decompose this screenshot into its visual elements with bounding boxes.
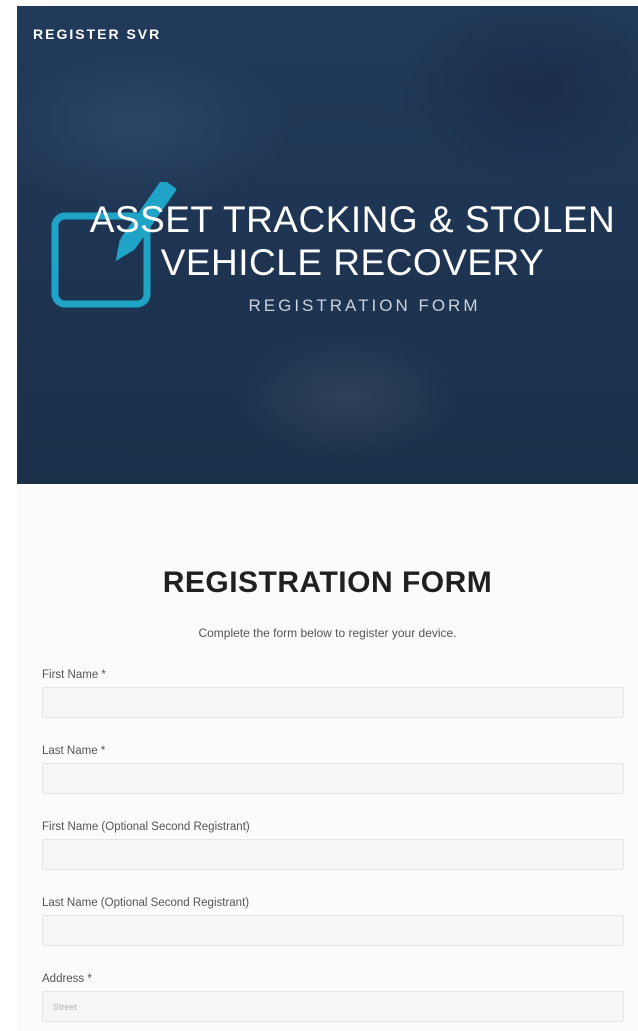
second-last-name-label: Last Name (Optional Second Registrant) [42,897,250,909]
hero-banner: REGISTER SVR ASSET TRACKING & STOLEN VEH… [17,6,638,484]
site-brand[interactable]: REGISTER SVR [33,26,161,42]
hero-title: ASSET TRACKING & STOLEN VEHICLE RECOVERY [17,198,638,284]
page-margin [0,0,17,1031]
second-last-name-input[interactable] [42,915,624,946]
address-label: Address * [42,973,92,985]
hero-title-line-1: ASSET TRACKING & STOLEN [89,199,616,240]
hero-subtitle: REGISTRATION FORM [248,296,481,315]
last-name-label: Last Name * [42,745,106,757]
last-name-input[interactable] [42,763,624,794]
hero-title-line-2: VEHICLE RECOVERY [160,242,545,283]
second-first-name-input[interactable] [42,839,624,870]
first-name-input[interactable] [42,687,624,718]
form-intro: Complete the form below to register your… [198,626,457,640]
form-title: REGISTRATION FORM [162,566,493,599]
address-street-input[interactable] [42,991,624,1022]
second-first-name-label: First Name (Optional Second Registrant) [42,821,250,833]
first-name-label: First Name * [42,669,106,681]
